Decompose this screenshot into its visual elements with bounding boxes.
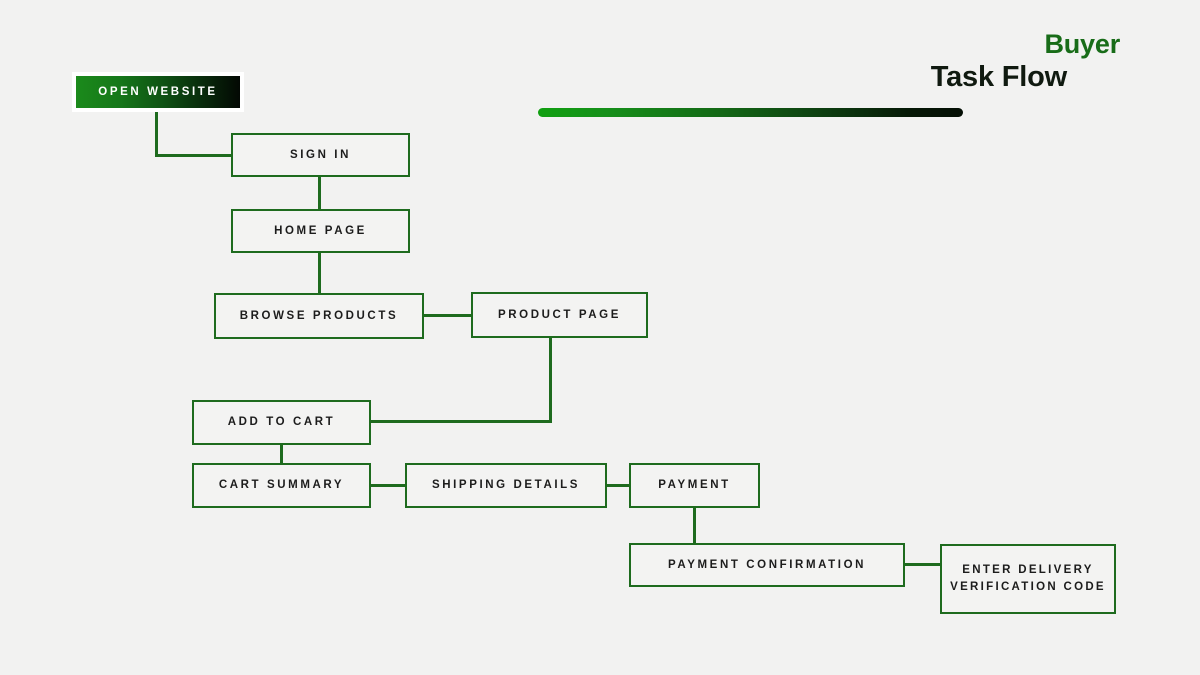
connector-payment-confirmation-to-verification-code: [903, 563, 942, 566]
node-browse-products-label: BROWSE PRODUCTS: [239, 309, 399, 322]
node-payment-label: PAYMENT: [658, 479, 731, 492]
connector-sign-in-to-home-page: [318, 176, 321, 210]
node-add-to-cart[interactable]: ADD TO CART: [192, 400, 371, 445]
connector-home-page-to-browse-products: [318, 252, 321, 293]
node-product-page-label: PRODUCT PAGE: [498, 308, 621, 321]
node-cart-summary[interactable]: CART SUMMARY: [192, 463, 371, 508]
node-product-page[interactable]: PRODUCT PAGE: [471, 292, 648, 338]
node-browse-products[interactable]: BROWSE PRODUCTS: [214, 293, 424, 339]
connector-cart-summary-to-shipping-details: [369, 484, 407, 487]
node-open-website[interactable]: OPEN WEBSITE: [72, 72, 244, 112]
connector-add-to-cart-to-cart-summary: [280, 443, 283, 465]
node-home-page[interactable]: HOME PAGE: [231, 209, 410, 253]
node-cart-summary-label: CART SUMMARY: [218, 479, 345, 492]
connector-browse-products-to-product-page: [422, 314, 473, 317]
header-eyebrow: Buyer: [1044, 29, 1120, 59]
node-home-page-label: HOME PAGE: [274, 224, 367, 237]
flowchart-canvas: Buyer Task Flow OPEN WEBSITE SIGN IN HOM…: [0, 0, 1200, 675]
node-enter-delivery-verification-code-label: ENTER DELIVERY VERIFICATION CODE: [950, 564, 1106, 593]
connector-product-page-to-add-to-cart-horizontal: [369, 420, 552, 423]
node-shipping-details-label: SHIPPING DETAILS: [431, 479, 581, 492]
connector-product-page-to-add-to-cart-vertical: [549, 336, 552, 423]
node-add-to-cart-label: ADD TO CART: [227, 416, 336, 429]
node-payment-confirmation-label: PAYMENT CONFIRMATION: [667, 558, 867, 571]
header-gradient-rule: [538, 108, 963, 117]
connector-payment-to-payment-confirmation: [693, 506, 696, 545]
node-sign-in[interactable]: SIGN IN: [231, 133, 410, 177]
page-title: Task Flow: [930, 61, 1067, 93]
node-sign-in-label: SIGN IN: [289, 148, 351, 161]
node-enter-delivery-verification-code[interactable]: ENTER DELIVERY VERIFICATION CODE: [940, 544, 1116, 614]
node-payment[interactable]: PAYMENT: [629, 463, 760, 508]
connector-open-website-to-sign-in-horizontal: [155, 154, 233, 157]
connector-open-website-to-sign-in-vertical: [155, 110, 158, 157]
node-shipping-details[interactable]: SHIPPING DETAILS: [405, 463, 607, 508]
node-open-website-label: OPEN WEBSITE: [98, 86, 218, 98]
connector-shipping-details-to-payment: [605, 484, 631, 487]
node-payment-confirmation[interactable]: PAYMENT CONFIRMATION: [629, 543, 905, 587]
